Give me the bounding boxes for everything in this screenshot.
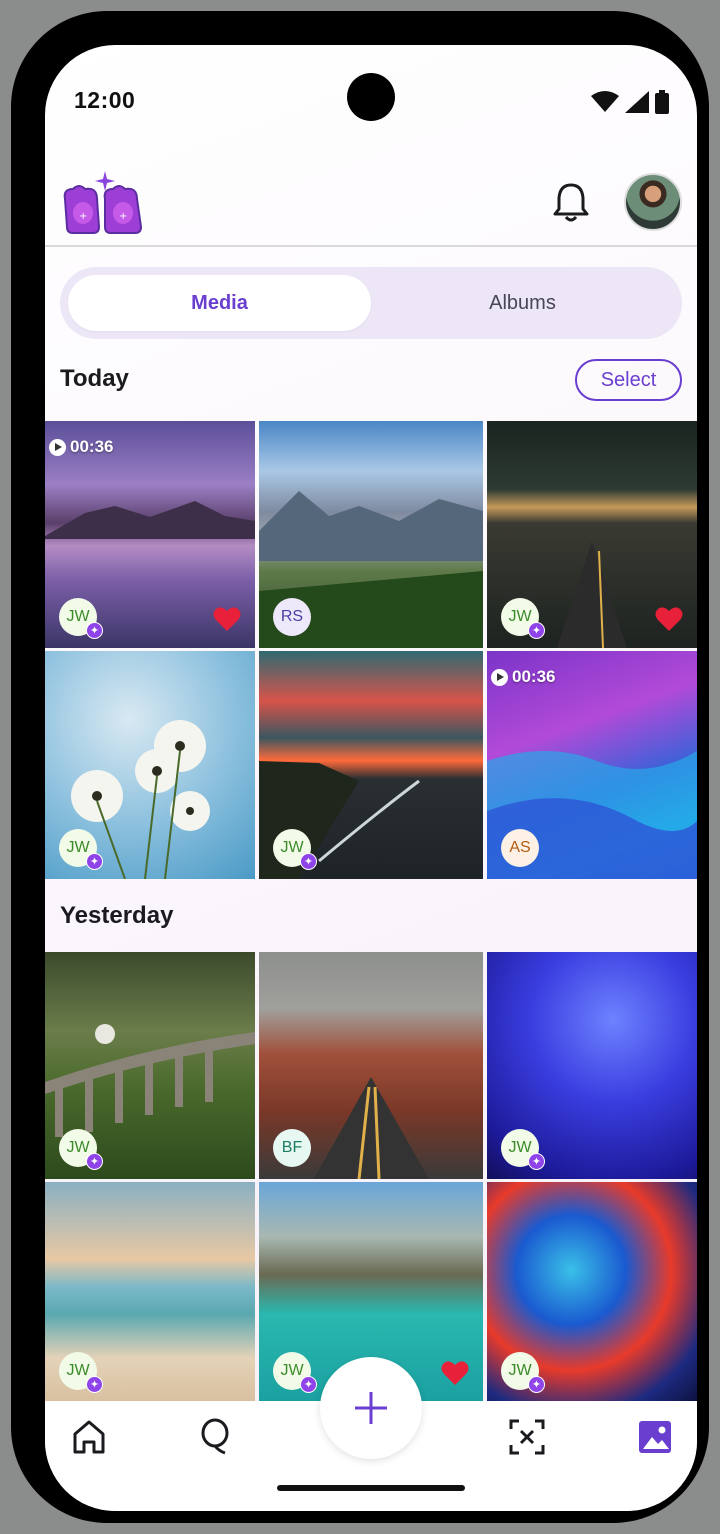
gallery-icon[interactable] [635, 1417, 675, 1457]
status-icons [591, 90, 669, 114]
svg-text:+: + [79, 211, 87, 222]
profile-avatar[interactable] [624, 173, 682, 231]
sparkle-icon: ✦ [86, 1153, 103, 1170]
media-tile[interactable]: JW ✦ [487, 1182, 697, 1402]
owner-initials: JW [66, 608, 90, 625]
add-icon [355, 1392, 387, 1424]
media-tile[interactable]: JW ✦ [45, 952, 255, 1179]
signal-icon [625, 91, 649, 113]
sparkle-icon: ✦ [300, 853, 317, 870]
media-tile[interactable]: 00:36 AS [487, 651, 697, 879]
status-time: 12:00 [74, 87, 136, 113]
section-title-yesterday: Yesterday [60, 902, 174, 929]
owner-avatar: JW ✦ [501, 1352, 545, 1393]
screen: 12:00 + + Media Albums Today Select 00:3… [45, 45, 697, 1511]
owner-initials: AS [509, 839, 531, 856]
owner-initials: BF [281, 1139, 303, 1156]
media-tile[interactable]: BF [259, 952, 483, 1179]
phone-frame: 12:00 + + Media Albums Today Select 00:3… [11, 11, 709, 1523]
add-button[interactable] [320, 1357, 422, 1459]
scan-icon[interactable] [507, 1417, 547, 1457]
app-header: + + [45, 165, 697, 247]
home-indicator[interactable] [277, 1485, 465, 1491]
video-duration: 00:36 [49, 437, 113, 457]
section-title-today: Today [60, 365, 129, 392]
play-icon [491, 668, 508, 686]
sparkle-icon: ✦ [528, 1153, 545, 1170]
owner-initials: JW [66, 839, 90, 856]
owner-initials: JW [508, 1362, 532, 1379]
sparkle-icon: ✦ [528, 1376, 545, 1393]
owner-initials: RS [280, 608, 304, 625]
status-bar: 12:00 [45, 45, 697, 145]
sparkle-icon: ✦ [86, 853, 103, 870]
media-tile[interactable]: JW ✦ [259, 651, 483, 879]
owner-initials: JW [66, 1362, 90, 1379]
duration-text: 00:36 [512, 667, 556, 686]
owner-avatar: JW ✦ [501, 1129, 545, 1170]
owner-avatar: JW ✦ [273, 1352, 317, 1393]
owner-initials: JW [280, 839, 304, 856]
sparkle-icon: ✦ [86, 622, 103, 639]
sparkle-icon: ✦ [300, 1376, 317, 1393]
owner-avatar: JW ✦ [59, 1129, 103, 1170]
sparkle-icon: ✦ [528, 622, 545, 639]
home-icon[interactable] [69, 1417, 109, 1457]
camera-cutout [347, 73, 395, 121]
duration-text: 00:36 [70, 437, 114, 456]
heart-icon[interactable] [213, 606, 241, 632]
play-icon [49, 438, 66, 456]
owner-initials: JW [66, 1139, 90, 1156]
owner-avatar: BF [273, 1129, 311, 1167]
heart-icon[interactable] [441, 1360, 469, 1386]
owner-avatar: JW ✦ [59, 1352, 103, 1393]
owner-avatar: JW ✦ [501, 598, 545, 639]
media-tile[interactable]: JW ✦ [487, 421, 697, 648]
media-tile[interactable]: JW ✦ [45, 651, 255, 879]
owner-avatar: AS [501, 829, 539, 867]
heart-icon[interactable] [655, 606, 683, 632]
wifi-icon [591, 91, 619, 112]
media-tile[interactable]: JW ✦ [487, 952, 697, 1179]
owner-avatar: JW ✦ [273, 829, 317, 870]
media-tile[interactable]: JW ✦ [45, 1182, 255, 1402]
select-button[interactable]: Select [575, 359, 682, 401]
battery-icon [655, 90, 669, 114]
video-duration: 00:36 [491, 667, 555, 687]
svg-text:+: + [119, 211, 127, 222]
balloon-icon[interactable] [195, 1417, 235, 1457]
media-tile[interactable]: RS [259, 421, 483, 648]
tab-switcher: Media Albums [60, 267, 682, 339]
owner-initials: JW [508, 1139, 532, 1156]
owner-initials: JW [508, 608, 532, 625]
owner-avatar: JW ✦ [59, 829, 103, 870]
owner-avatar: JW ✦ [59, 598, 103, 639]
media-tile[interactable]: 00:36 JW ✦ [45, 421, 255, 648]
toast-logo-icon[interactable]: + + [59, 169, 155, 239]
tab-media[interactable]: Media [68, 275, 371, 331]
bell-icon[interactable] [550, 181, 592, 223]
sparkle-icon: ✦ [86, 1376, 103, 1393]
owner-initials: JW [280, 1362, 304, 1379]
tab-albums[interactable]: Albums [371, 275, 674, 331]
owner-avatar: RS [273, 598, 311, 636]
